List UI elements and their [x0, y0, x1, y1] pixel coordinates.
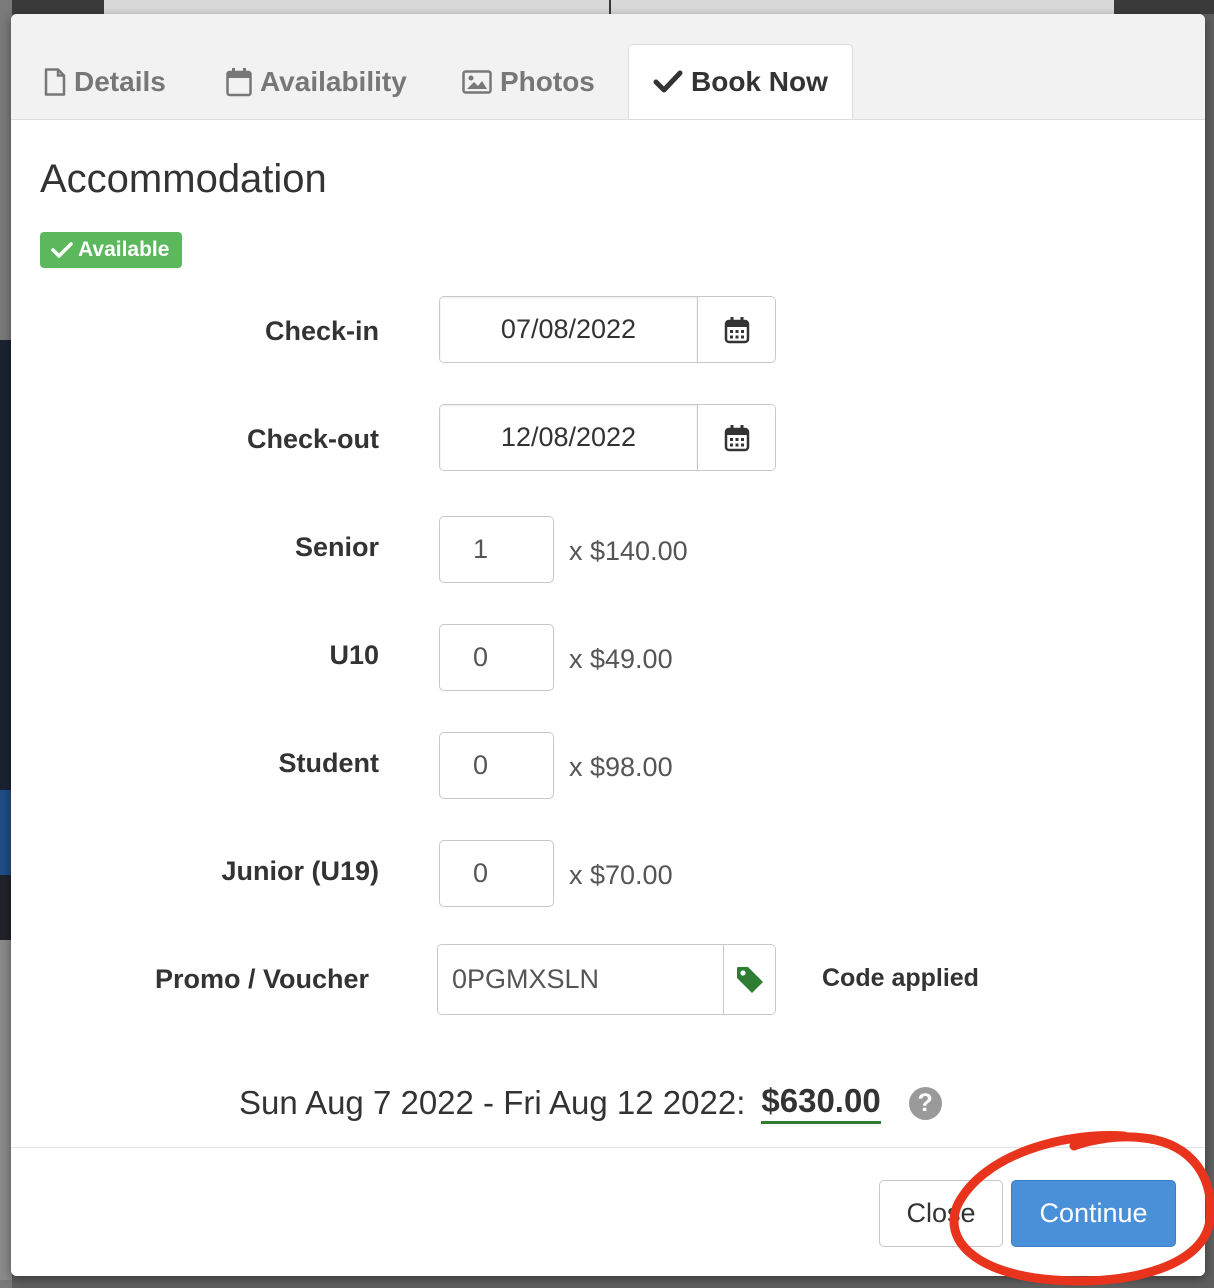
summary-total: $630.00: [761, 1082, 881, 1124]
checkin-field: [439, 296, 776, 363]
promo-apply-button[interactable]: [724, 945, 775, 1014]
checkin-input[interactable]: [440, 297, 698, 362]
continue-button[interactable]: Continue: [1011, 1180, 1176, 1247]
u10-label: U10: [329, 640, 379, 670]
tab-label: Availability: [260, 66, 407, 97]
image-icon: [462, 70, 492, 94]
checkin-label: Check-in: [264, 316, 379, 346]
background-card: [611, 0, 1114, 14]
checkin-calendar-button[interactable]: [698, 297, 775, 362]
tab-label: Photos: [500, 66, 595, 97]
calendar-icon: [724, 316, 749, 343]
file-icon: [44, 68, 66, 96]
senior-price: x $140.00: [569, 536, 688, 566]
tab-availability[interactable]: Availability: [226, 54, 407, 110]
help-icon[interactable]: ?: [908, 1086, 942, 1120]
calendar-icon: [226, 67, 252, 97]
summary-dates: Sun Aug 7 2022 - Fri Aug 12 2022:: [239, 1084, 746, 1121]
checkout-field: [439, 404, 776, 471]
page-title: Accommodation: [40, 157, 327, 201]
promo-input[interactable]: [438, 945, 724, 1014]
senior-label: Senior: [294, 532, 379, 562]
junior-label: Junior (U19): [221, 856, 379, 886]
checkout-label: Check-out: [246, 424, 379, 454]
senior-quantity-input[interactable]: [439, 516, 554, 583]
tab-bar: Details Availability Photos Book Now: [11, 14, 1205, 120]
booking-summary: Sun Aug 7 2022 - Fri Aug 12 2022: $630.0…: [239, 1082, 942, 1124]
promo-field: [437, 944, 776, 1015]
calendar-icon: [724, 424, 749, 451]
badge-label: Available: [78, 238, 170, 261]
modal-footer: Close Continue: [11, 1147, 1205, 1276]
background-card: [104, 0, 609, 14]
tab-label: Book Now: [691, 65, 828, 97]
tag-icon: [736, 966, 763, 993]
tab-label: Details: [74, 66, 166, 97]
u10-price: x $49.00: [569, 644, 673, 674]
tab-photos[interactable]: Photos: [462, 54, 595, 110]
junior-quantity-input[interactable]: [439, 840, 554, 907]
tab-book-now[interactable]: Book Now: [628, 44, 853, 119]
student-quantity-input[interactable]: [439, 732, 554, 799]
check-icon: [51, 242, 73, 258]
check-icon: [653, 69, 683, 95]
student-price: x $98.00: [569, 752, 673, 782]
tab-details[interactable]: Details: [44, 54, 166, 110]
checkout-input[interactable]: [440, 405, 698, 470]
status-badge: Available: [40, 232, 183, 268]
u10-quantity-input[interactable]: [439, 624, 554, 691]
checkout-calendar-button[interactable]: [698, 405, 775, 470]
close-button[interactable]: Close: [879, 1180, 1003, 1247]
promo-label: Promo / Voucher: [154, 964, 369, 994]
student-label: Student: [278, 748, 380, 778]
promo-status: Code applied: [822, 964, 979, 992]
booking-modal: Details Availability Photos Book Now Acc…: [11, 14, 1205, 1276]
junior-price: x $70.00: [569, 860, 673, 890]
